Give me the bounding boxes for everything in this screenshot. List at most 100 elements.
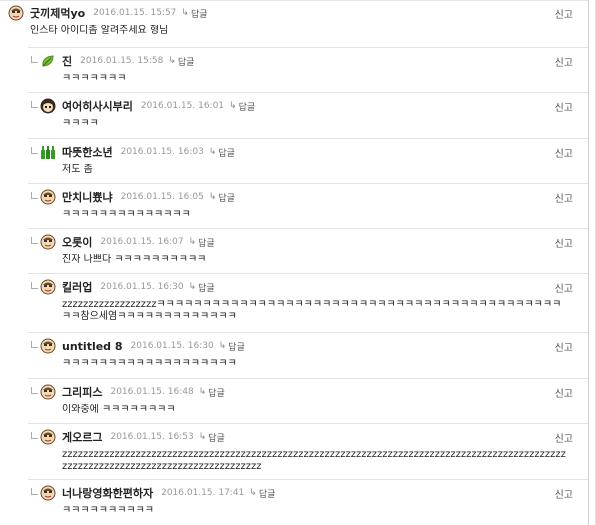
face-icon[interactable] xyxy=(40,485,56,501)
reply-button[interactable]: ↳ 답글 xyxy=(199,386,225,399)
comment-divider xyxy=(28,92,588,93)
comment-date: 2016.01.15. 16:48 xyxy=(110,387,194,397)
face-icon[interactable] xyxy=(40,338,56,354)
report-button[interactable]: 신고 xyxy=(555,385,573,400)
face-icon[interactable] xyxy=(40,279,56,295)
comment-divider xyxy=(28,479,588,480)
comment-header: 게오르그 2016.01.15. 16:53 ↳ 답글 xyxy=(40,429,225,445)
reply-button[interactable]: ↳ 답글 xyxy=(229,100,255,113)
reply-button[interactable]: ↳ 답글 xyxy=(249,487,275,500)
girl-icon[interactable] xyxy=(40,98,56,114)
reply-button[interactable]: ↳ 답글 xyxy=(209,146,235,159)
comment-header: untitled 8 2016.01.15. 16:30 ↳ 답글 xyxy=(40,338,245,354)
reply-button[interactable]: ↳ 답글 xyxy=(219,340,245,353)
reply-arrow-icon: ↳ xyxy=(198,387,207,397)
face-icon[interactable] xyxy=(40,384,56,400)
report-button[interactable]: 신고 xyxy=(555,339,573,354)
comment-divider xyxy=(28,273,588,274)
report-button[interactable]: 신고 xyxy=(555,54,573,69)
reply-button[interactable]: ↳ 답글 xyxy=(189,236,215,249)
report-button[interactable]: 신고 xyxy=(555,430,573,445)
comment-divider xyxy=(28,228,588,229)
reply-arrow-icon: ↳ xyxy=(229,101,237,111)
comment-header: 그리피스 2016.01.15. 16:48 ↳ 답글 xyxy=(40,384,225,400)
face-icon[interactable] xyxy=(40,234,56,250)
comment-date: 2016.01.15. 16:30 xyxy=(100,282,184,292)
comment-text: 이와중에 ㅋㅋㅋㅋㅋㅋㅋㅋ xyxy=(62,404,176,415)
face-icon[interactable] xyxy=(8,5,24,21)
comment-text: ㅋㅋㅋㅋㅋㅋㅋㅋㅋㅋ xyxy=(62,505,154,516)
comment-text: zzzzzzzzzzzzzzzzzzㅋㅋㅋㅋㅋㅋㅋㅋㅋㅋㅋㅋㅋㅋㅋㅋㅋㅋㅋㅋㅋㅋ… xyxy=(62,299,562,322)
reply-elbow-icon xyxy=(31,56,38,63)
comment-date: 2016.01.15. 16:05 xyxy=(120,192,204,202)
comment-date: 2016.01.15. 16:07 xyxy=(100,237,184,247)
comment-header: 따뜻한소년 2016.01.15. 16:03 ↳ 답글 xyxy=(40,144,235,160)
comment-date: 2016.01.15. 16:53 xyxy=(110,432,194,442)
comment-nickname[interactable]: 만치니뿄냐 xyxy=(62,189,113,205)
report-button[interactable]: 신고 xyxy=(555,486,573,501)
report-button[interactable]: 신고 xyxy=(555,190,573,205)
comment-nickname[interactable]: 그리피스 xyxy=(62,384,102,400)
comment-nickname[interactable]: 진 xyxy=(62,53,72,69)
leaf-icon[interactable] xyxy=(40,53,56,69)
comment-date: 2016.01.15. 17:41 xyxy=(161,488,245,498)
comment-nickname[interactable]: 킬러업 xyxy=(62,279,92,295)
reply-elbow-icon xyxy=(31,432,38,439)
comment-text: 진자 나쁘다 ㅋㅋㅋㅋㅋㅋㅋㅋㅋㅋ xyxy=(62,254,207,265)
reply-arrow-icon: ↳ xyxy=(168,56,176,66)
reply-button[interactable]: ↳ 답글 xyxy=(181,7,207,20)
comment-divider xyxy=(28,378,588,379)
comment-text: ㅋㅋㅋㅋㅋㅋㅋㅋㅋㅋㅋㅋㅋㅋㅋㅋㅋㅋㅋ xyxy=(62,358,237,369)
reply-elbow-icon xyxy=(31,282,38,289)
comment-nickname[interactable]: 여어히사시부리 xyxy=(62,98,133,114)
comment-nickname[interactable]: 게오르그 xyxy=(62,429,102,445)
comment-date: 2016.01.15. 16:01 xyxy=(140,101,225,111)
reply-elbow-icon xyxy=(31,237,38,244)
comment-nickname[interactable]: 오롯이 xyxy=(62,234,92,250)
comment-date: 2016.01.15. 15:58 xyxy=(80,56,164,66)
report-button[interactable]: 신고 xyxy=(555,99,573,114)
reply-button[interactable]: ↳ 답글 xyxy=(199,431,225,444)
comment-text: ㅋㅋㅋㅋ xyxy=(62,118,99,129)
comment-header: 오롯이 2016.01.15. 16:07 ↳ 답글 xyxy=(40,234,215,250)
reply-button[interactable]: ↳ 답글 xyxy=(168,55,194,68)
reply-elbow-icon xyxy=(31,488,38,495)
reply-arrow-icon: ↳ xyxy=(188,237,197,247)
report-button[interactable]: 신고 xyxy=(555,6,573,21)
comment-nickname[interactable]: 따뜻한소년 xyxy=(62,144,113,160)
comment-date: 2016.01.15. 16:03 xyxy=(120,147,204,157)
face-icon[interactable] xyxy=(40,429,56,445)
face-icon[interactable] xyxy=(40,189,56,205)
comment-header: 너나랑영화한편하자 2016.01.15. 17:41 ↳ 답글 xyxy=(40,485,275,501)
reply-label: 답글 xyxy=(190,9,208,20)
comment-text: ㅋㅋㅋㅋㅋㅋㅋㅋㅋㅋㅋㅋㅋㅋ xyxy=(62,209,191,220)
reply-arrow-icon: ↳ xyxy=(181,8,189,18)
reply-arrow-icon: ↳ xyxy=(188,282,197,292)
bottles-icon[interactable] xyxy=(40,144,56,160)
comment-nickname[interactable]: untitled 8 xyxy=(62,340,123,353)
reply-arrow-icon: ↳ xyxy=(249,488,257,498)
reply-button[interactable]: ↳ 답글 xyxy=(209,191,235,204)
comment-divider xyxy=(28,183,588,184)
report-button[interactable]: 신고 xyxy=(555,280,573,295)
comment-nickname[interactable]: 너나랑영화한편하자 xyxy=(62,485,153,501)
comment-text: 인스타 아이디좀 알려주세요 형님 xyxy=(30,25,169,36)
reply-label: 답글 xyxy=(218,148,235,159)
comment-nickname[interactable]: 굿끼제먹yo xyxy=(30,5,85,21)
comment-header: 진 2016.01.15. 15:58 ↳ 답글 xyxy=(40,53,194,69)
comment-divider xyxy=(28,138,588,139)
comment-header: 굿끼제먹yo 2016.01.15. 15:57 ↳ 답글 xyxy=(8,5,208,21)
comment-divider xyxy=(28,47,588,48)
reply-elbow-icon xyxy=(31,341,38,348)
report-button[interactable]: 신고 xyxy=(555,145,573,160)
reply-label: 답글 xyxy=(228,342,245,353)
reply-elbow-icon xyxy=(31,192,38,199)
comment-header: 킬러업 2016.01.15. 16:30 ↳ 답글 xyxy=(40,279,215,295)
reply-arrow-icon: ↳ xyxy=(208,192,217,202)
reply-button[interactable]: ↳ 답글 xyxy=(189,281,215,294)
comment-header: 만치니뿄냐 2016.01.15. 16:05 ↳ 답글 xyxy=(40,189,235,205)
reply-label: 답글 xyxy=(238,102,256,113)
reply-label: 답글 xyxy=(198,283,215,294)
comment-date: 2016.01.15. 15:57 xyxy=(93,8,177,18)
report-button[interactable]: 신고 xyxy=(555,235,573,250)
